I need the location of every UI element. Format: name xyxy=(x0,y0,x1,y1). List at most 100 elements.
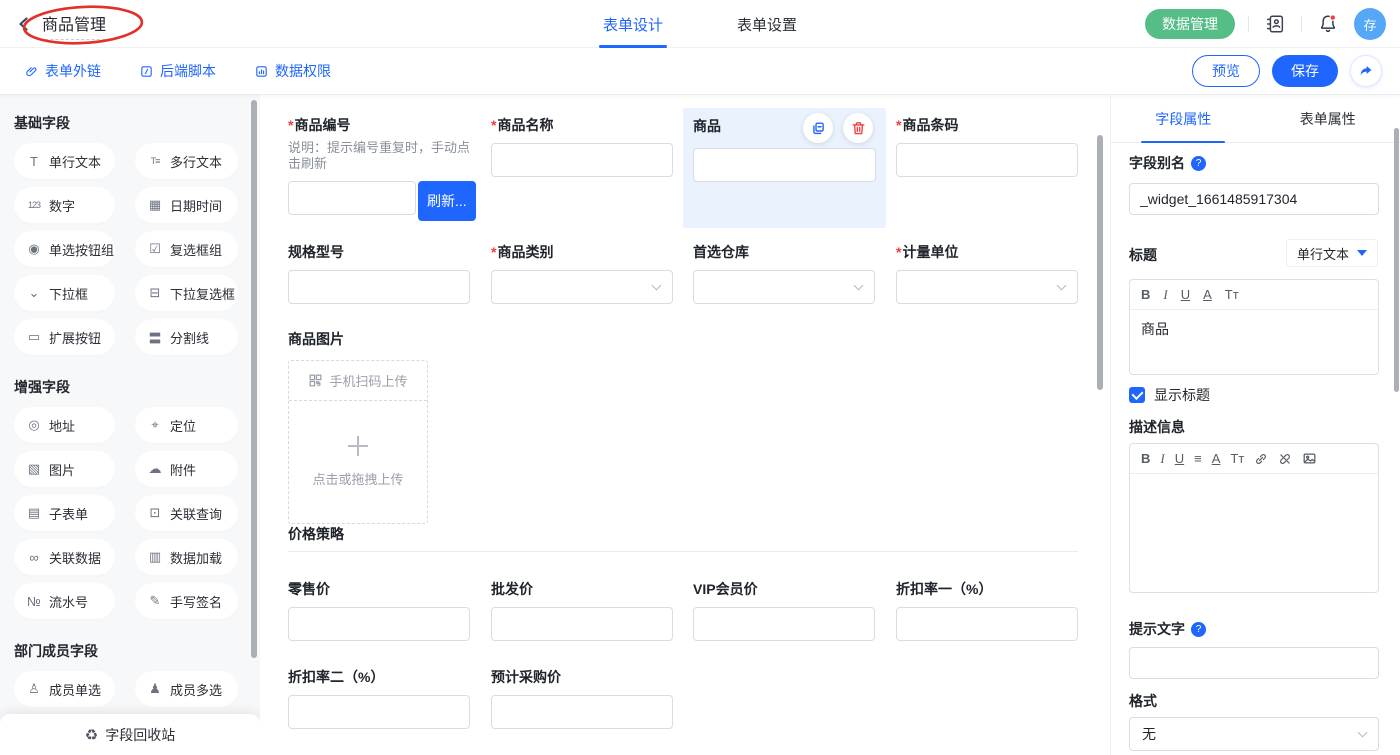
insert-link-icon[interactable] xyxy=(1254,452,1268,466)
divider-price-strategy[interactable]: 价格策略 xyxy=(288,526,1078,552)
sidebar-item-serial-number[interactable]: №流水号 xyxy=(14,583,115,619)
sidebar-item-address[interactable]: ◎地址 xyxy=(14,407,115,443)
share-button[interactable] xyxy=(1350,55,1382,87)
field-recycle-bin[interactable]: ♻ 字段回收站 xyxy=(0,714,260,755)
sidebar-item-member-single[interactable]: ♙成员单选 xyxy=(14,671,115,707)
back-icon[interactable] xyxy=(16,16,32,32)
form-title[interactable]: 商品管理 xyxy=(40,9,110,40)
field-unit[interactable]: *计量单位 xyxy=(896,244,1078,304)
underline-button[interactable]: U xyxy=(1181,287,1190,302)
product-input[interactable] xyxy=(693,148,876,182)
bold-button[interactable]: B xyxy=(1141,451,1150,466)
help-icon[interactable]: ? xyxy=(1191,156,1206,171)
refresh-button[interactable]: 刷新... xyxy=(418,181,476,221)
field-discount-rate-1[interactable]: 折扣率一（%） xyxy=(896,581,1078,641)
field-product-category[interactable]: *商品类别 xyxy=(491,244,673,304)
copy-field-button[interactable] xyxy=(803,113,833,143)
show-title-checkbox-row[interactable]: 显示标题 xyxy=(1129,385,1210,405)
field-product-selected[interactable]: 商品 xyxy=(683,108,886,228)
sidebar-item-single-line-text[interactable]: T单行文本 xyxy=(14,143,115,179)
spec-model-input[interactable] xyxy=(288,270,470,304)
sidebar-item-image[interactable]: ▧图片 xyxy=(14,451,115,487)
field-discount-rate-2[interactable]: 折扣率二（%） xyxy=(288,669,470,729)
help-icon[interactable]: ? xyxy=(1191,622,1206,637)
description-rich-editor[interactable]: B I U ≡ A Tᴛ xyxy=(1129,443,1379,593)
font-color-button[interactable]: A xyxy=(1212,451,1221,466)
tab-field-properties[interactable]: 字段属性 xyxy=(1111,95,1256,142)
description-editor-content[interactable] xyxy=(1130,474,1378,492)
sidebar-item-subform[interactable]: ▤子表单 xyxy=(14,495,115,531)
italic-button[interactable]: I xyxy=(1163,287,1167,303)
sidebar-item-datetime[interactable]: ▦日期时间 xyxy=(135,187,238,223)
product-name-input[interactable] xyxy=(491,143,673,177)
field-alias-input[interactable] xyxy=(1129,183,1379,215)
sidebar-item-number[interactable]: 123数字 xyxy=(14,187,115,223)
sidebar-item-attachment[interactable]: ☁附件 xyxy=(135,451,238,487)
title-rich-editor[interactable]: B I U A Tᴛ 商品 xyxy=(1129,279,1379,375)
field-wholesale-price[interactable]: 批发价 xyxy=(491,581,673,641)
field-product-code[interactable]: *商品编号 说明：提示编号重复时，手动点击刷新 刷新... xyxy=(288,117,470,221)
tab-form-properties[interactable]: 表单属性 xyxy=(1256,95,1400,142)
checkbox-checked-icon[interactable] xyxy=(1129,387,1145,403)
product-category-select[interactable] xyxy=(491,270,673,304)
field-spec-model[interactable]: 规格型号 xyxy=(288,244,470,304)
form-design-canvas[interactable]: *商品编号 说明：提示编号重复时，手动点击刷新 刷新... *商品名称 商品 *… xyxy=(260,95,1108,755)
underline-button[interactable]: U xyxy=(1175,451,1184,466)
unit-select[interactable] xyxy=(896,270,1078,304)
sidebar-item-select[interactable]: ⌄下拉框 xyxy=(14,275,115,311)
field-barcode[interactable]: *商品条码 xyxy=(896,117,1078,177)
data-permission-link[interactable]: 数据权限 xyxy=(254,61,331,81)
delete-field-button[interactable] xyxy=(843,113,873,143)
field-expected-purchase-price[interactable]: 预计采购价 xyxy=(491,669,673,729)
barcode-input[interactable] xyxy=(896,143,1078,177)
sidebar-item-radio-group[interactable]: ◉单选按钮组 xyxy=(14,231,115,267)
panel-scrollbar[interactable] xyxy=(1394,128,1399,392)
format-select[interactable]: 无 xyxy=(1129,717,1379,751)
save-button[interactable]: 保存 xyxy=(1272,55,1338,87)
wholesale-price-input[interactable] xyxy=(491,607,673,641)
form-external-link[interactable]: 表单外链 xyxy=(24,61,101,81)
vip-price-input[interactable] xyxy=(693,607,875,641)
sidebar-item-signature[interactable]: ✎手写签名 xyxy=(135,583,238,619)
preferred-warehouse-select[interactable] xyxy=(693,270,875,304)
expected-purchase-price-input[interactable] xyxy=(491,695,673,729)
sidebar-item-linked-data[interactable]: ∞关联数据 xyxy=(14,539,115,575)
sidebar-item-linked-query[interactable]: ⊡关联查询 xyxy=(135,495,238,531)
font-color-button[interactable]: A xyxy=(1203,287,1212,302)
user-avatar[interactable]: 存 xyxy=(1354,8,1386,40)
sidebar-item-multi-select[interactable]: ⊟下拉复选框 xyxy=(135,275,238,311)
sidebar-scrollbar[interactable] xyxy=(251,100,257,658)
sidebar-item-multi-line-text[interactable]: T≡多行文本 xyxy=(135,143,238,179)
preview-button[interactable]: 预览 xyxy=(1192,55,1260,87)
italic-button[interactable]: I xyxy=(1160,451,1164,467)
backend-script-link[interactable]: 后端脚本 xyxy=(139,61,216,81)
retail-price-input[interactable] xyxy=(288,607,470,641)
sidebar-item-member-multi[interactable]: ♟成员多选 xyxy=(135,671,238,707)
field-product-name[interactable]: *商品名称 xyxy=(491,117,673,177)
field-retail-price[interactable]: 零售价 xyxy=(288,581,470,641)
contacts-icon[interactable] xyxy=(1262,11,1288,37)
sidebar-item-data-load[interactable]: ▥数据加载 xyxy=(135,539,238,575)
field-vip-price[interactable]: VIP会员价 xyxy=(693,581,875,641)
align-button[interactable]: ≡ xyxy=(1194,451,1202,466)
discount-rate-2-input[interactable] xyxy=(288,695,470,729)
sidebar-item-location[interactable]: ⌖定位 xyxy=(135,407,238,443)
discount-rate-1-input[interactable] xyxy=(896,607,1078,641)
canvas-scrollbar[interactable] xyxy=(1097,135,1103,390)
tab-form-design[interactable]: 表单设计 xyxy=(603,0,663,48)
data-manage-button[interactable]: 数据管理 xyxy=(1145,9,1235,39)
click-drag-upload-area[interactable]: 点击或拖拽上传 xyxy=(289,401,427,523)
product-code-input[interactable] xyxy=(288,181,416,215)
notification-bell-icon[interactable] xyxy=(1315,11,1341,37)
remove-link-icon[interactable] xyxy=(1278,452,1292,466)
title-editor-content[interactable]: 商品 xyxy=(1130,310,1378,348)
field-preferred-warehouse[interactable]: 首选仓库 xyxy=(693,244,875,304)
scan-upload-button[interactable]: 手机扫码上传 xyxy=(289,361,427,401)
hint-text-input[interactable] xyxy=(1129,647,1379,679)
field-product-image[interactable]: 商品图片 手机扫码上传 点击或拖拽上传 xyxy=(288,331,470,524)
bold-button[interactable]: B xyxy=(1141,287,1150,302)
sidebar-item-checkbox-group[interactable]: ☑复选框组 xyxy=(135,231,238,267)
sidebar-item-extend-button[interactable]: ▭扩展按钮 xyxy=(14,319,115,355)
field-type-dropdown[interactable]: 单行文本 xyxy=(1286,239,1378,267)
font-size-button[interactable]: Tᴛ xyxy=(1230,451,1244,466)
